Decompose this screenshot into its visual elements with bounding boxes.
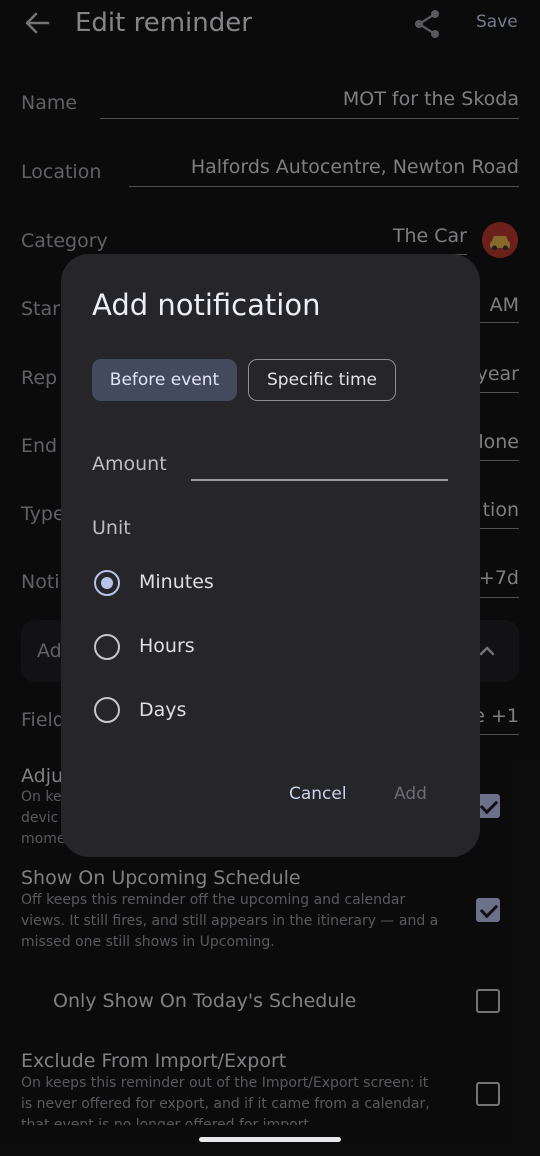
- radio-minutes-label[interactable]: Minutes: [139, 571, 214, 593]
- amount-label: Amount: [92, 453, 167, 475]
- segment-specific-time[interactable]: Specific time: [248, 359, 396, 401]
- amount-field[interactable]: [191, 450, 448, 478]
- radio-days[interactable]: [94, 697, 120, 723]
- amount-underline: [191, 479, 448, 481]
- cancel-button[interactable]: Cancel: [289, 784, 347, 804]
- home-indicator[interactable]: [199, 1137, 341, 1142]
- radio-hours[interactable]: [94, 634, 120, 660]
- dialog-title: Add notification: [92, 288, 321, 322]
- segment-before-event[interactable]: Before event: [92, 359, 237, 401]
- unit-label: Unit: [92, 517, 131, 539]
- radio-minutes[interactable]: [94, 570, 120, 596]
- radio-days-label[interactable]: Days: [139, 699, 186, 721]
- add-button[interactable]: Add: [394, 784, 427, 804]
- add-notification-dialog: Add notification Before event Specific t…: [61, 254, 480, 857]
- radio-hours-label[interactable]: Hours: [139, 635, 195, 657]
